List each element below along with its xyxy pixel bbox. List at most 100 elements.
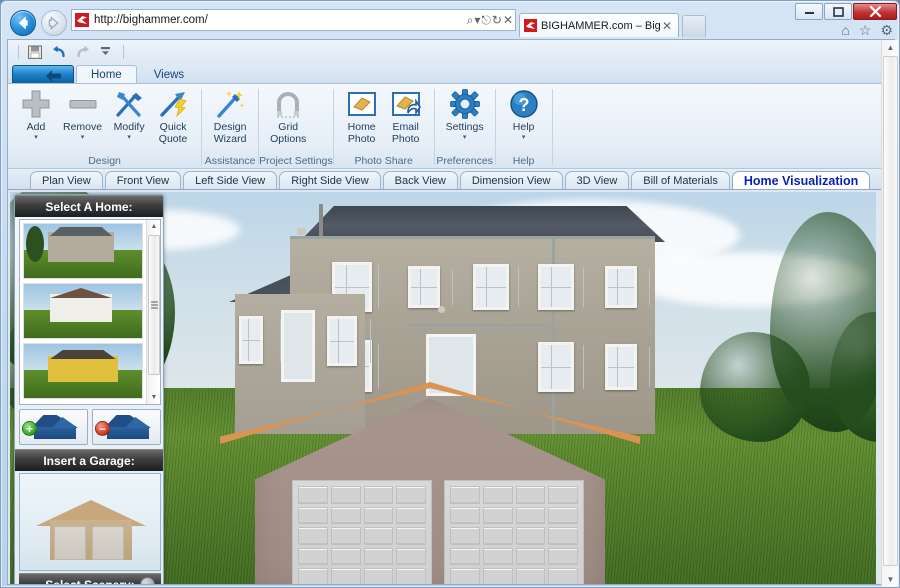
close-button[interactable]	[853, 3, 897, 20]
garage-door-panel	[516, 568, 546, 584]
help-button[interactable]: ? Help ▾	[502, 88, 546, 142]
garage-door-panel	[364, 527, 394, 545]
tab-dimension-view[interactable]: Dimension View	[460, 171, 563, 189]
help-caret-icon[interactable]: ▾	[522, 134, 526, 142]
gear-icon	[450, 88, 480, 120]
design-wizard-button[interactable]: Design Wizard	[208, 88, 252, 145]
window-controls	[795, 3, 897, 20]
garage-door-right[interactable]	[444, 480, 584, 584]
minimize-button[interactable]	[795, 3, 823, 20]
ribbon-back-button[interactable]	[12, 65, 74, 84]
minus-icon	[68, 88, 98, 120]
email-photo-icon	[391, 88, 421, 120]
customize-qat-button[interactable]	[99, 44, 115, 60]
home-thumb-yellow-colonial[interactable]	[23, 343, 143, 399]
tab-back-view[interactable]: Back View	[383, 171, 458, 189]
garage-thumb-door-right	[92, 526, 124, 560]
back-arrow-icon	[44, 69, 64, 83]
home-list[interactable]: ▲ ▼	[19, 219, 161, 405]
browser-page-tab[interactable]: BIGHAMMER.com – Big Ha... ✕	[519, 13, 679, 37]
quick-quote-button[interactable]: Quick Quote	[151, 88, 195, 145]
home-icon[interactable]: ⌂	[841, 23, 849, 37]
redo-button[interactable]	[75, 44, 91, 60]
garage-door-panel	[331, 527, 361, 545]
settings-label: Settings	[446, 122, 484, 134]
garage-door-panel	[548, 486, 578, 504]
ribbon-group-design: Add ▾ Remove ▾	[8, 84, 201, 168]
maximize-button[interactable]	[824, 3, 852, 20]
porch-trim	[408, 324, 548, 327]
modify-button[interactable]: Modify ▾	[107, 88, 151, 142]
save-button[interactable]	[27, 44, 43, 60]
tab-left-side-view[interactable]: Left Side View	[183, 171, 277, 189]
caret-down-icon[interactable]: ▾	[474, 14, 480, 26]
tab-home-visualization[interactable]: Home Visualization	[732, 171, 870, 189]
favorites-icon[interactable]: ☆	[859, 23, 872, 37]
address-bar[interactable]: http://bighammer.com/ ⌕ ▾ ⎋ ↻ ✕	[71, 9, 516, 31]
email-photo-button[interactable]: Email Photo	[384, 88, 428, 145]
add-caret-icon[interactable]: ▾	[34, 134, 38, 142]
browser-back-button[interactable]	[10, 10, 36, 36]
grid-options-label: Grid Options	[270, 122, 306, 145]
home-list-scrollbar[interactable]: ▲ ▼	[146, 220, 160, 404]
tab-3d-view[interactable]: 3D View	[565, 171, 630, 189]
tab-plan-view[interactable]: Plan View	[30, 171, 103, 189]
garage-door-left[interactable]	[292, 480, 432, 584]
garage-door-panel	[298, 507, 328, 525]
scroll-up-icon[interactable]: ▲	[147, 220, 161, 233]
settings-button[interactable]: Settings ▾	[441, 88, 489, 142]
modify-caret-icon[interactable]: ▾	[127, 134, 131, 142]
settings-caret-icon[interactable]: ▾	[463, 134, 467, 142]
thumb-house-body	[48, 232, 114, 262]
home-photo-label: Home Photo	[348, 122, 376, 145]
page-scroll-up-icon[interactable]: ▲	[882, 40, 899, 55]
settings-icon[interactable]: ⚙	[880, 23, 893, 37]
add-home-button[interactable]: +	[19, 409, 88, 445]
tab-close-icon[interactable]: ✕	[660, 20, 674, 32]
quick-quote-label: Quick Quote	[159, 122, 188, 145]
window-upper-5	[605, 266, 637, 308]
home-photo-button[interactable]: Home Photo	[340, 88, 384, 145]
select-a-home-header: Select A Home:	[15, 195, 163, 217]
browser-forward-button[interactable]	[41, 10, 67, 36]
new-tab-button[interactable]	[682, 15, 706, 37]
search-icon[interactable]: ⌕	[467, 14, 474, 26]
url-text[interactable]: http://bighammer.com/	[94, 14, 208, 26]
minimize-icon	[804, 7, 815, 16]
grid-options-button[interactable]: Grid Options	[265, 88, 311, 145]
thumb-house-body	[48, 356, 118, 382]
garage-door-panel	[331, 507, 361, 525]
remove-home-button[interactable]: −	[92, 409, 161, 445]
modify-label: Modify	[114, 122, 145, 134]
photo-icon	[347, 88, 377, 120]
tab-front-view[interactable]: Front View	[105, 171, 181, 189]
ribbon-tab-home[interactable]: Home	[76, 65, 137, 84]
arrow-left-icon	[11, 11, 35, 35]
ribbon: Add ▾ Remove ▾	[8, 83, 894, 169]
compatibility-view-icon[interactable]: ⎋	[481, 14, 491, 26]
page-scroll-down-icon[interactable]: ▼	[882, 572, 899, 587]
browser-scrollbar[interactable]: ▲ ▼	[881, 40, 898, 587]
add-button[interactable]: Add ▾	[14, 88, 58, 142]
home-thumb-stone-hipped-roof[interactable]	[23, 223, 143, 279]
browser-titlebar: http://bighammer.com/ ⌕ ▾ ⎋ ↻ ✕ BIGHAMME…	[1, 1, 900, 37]
tab-bill-of-materials[interactable]: Bill of Materials	[631, 171, 730, 189]
remove-caret-icon[interactable]: ▾	[81, 134, 85, 142]
remove-button[interactable]: Remove ▾	[58, 88, 107, 142]
undo-button[interactable]	[51, 44, 67, 60]
scrollbar-thumb[interactable]	[148, 235, 160, 375]
browser-scrollbar-thumb[interactable]	[883, 56, 898, 566]
stop-icon[interactable]: ✕	[503, 14, 513, 26]
scrollbar-grip	[151, 302, 158, 309]
garage-door-panel	[396, 568, 426, 584]
home-thumbnail-list[interactable]	[20, 220, 146, 404]
garage-thumbnail-two-car[interactable]	[19, 473, 161, 571]
garage-overlay[interactable]	[220, 382, 640, 584]
home-thumb-white-farmhouse[interactable]	[23, 283, 143, 339]
scenery-options-icon[interactable]	[140, 577, 155, 585]
refresh-icon[interactable]: ↻	[492, 14, 502, 26]
tab-right-side-view[interactable]: Right Side View	[279, 171, 380, 189]
scroll-down-icon[interactable]: ▼	[147, 391, 161, 404]
selection-sidebar[interactable]: Select A Home:	[14, 194, 164, 585]
ribbon-tab-views[interactable]: Views	[139, 65, 199, 84]
